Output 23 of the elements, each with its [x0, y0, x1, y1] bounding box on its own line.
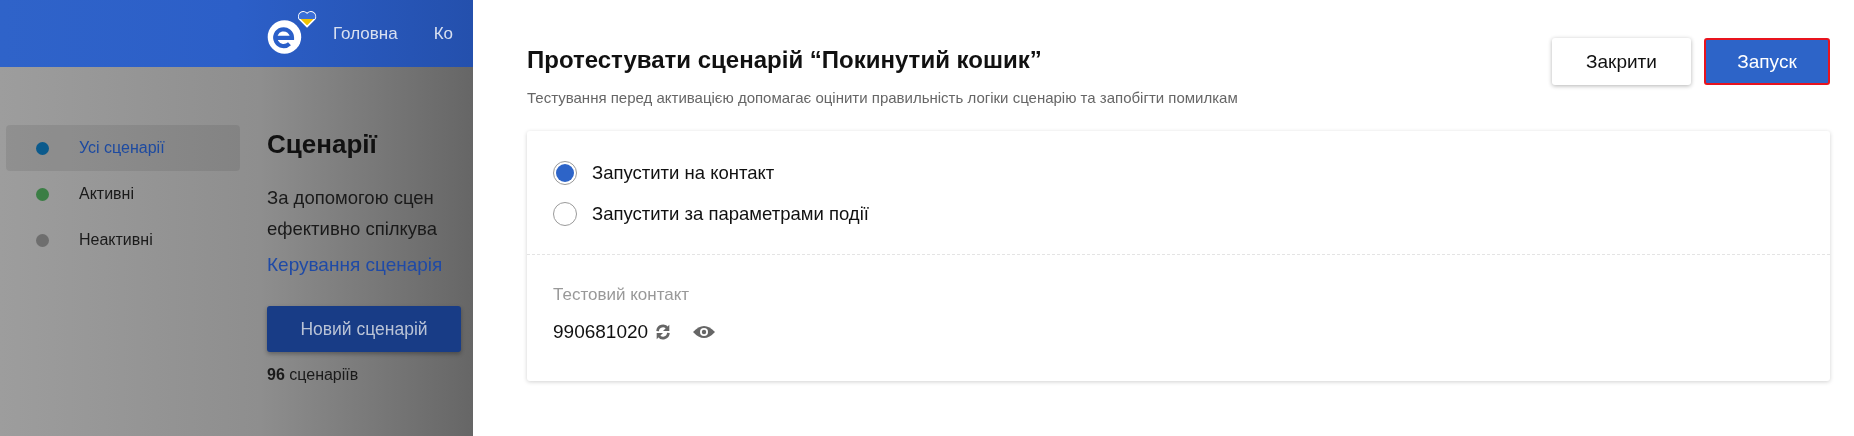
close-button[interactable]: Закрити	[1552, 38, 1691, 85]
radio-label[interactable]: Запустити на контакт	[592, 161, 775, 184]
page-title: Сценарії	[267, 129, 377, 160]
radio-label[interactable]: Запустити за параметрами події	[592, 202, 869, 225]
heart-icon	[296, 8, 318, 30]
new-scenario-button[interactable]: Новий сценарій	[267, 306, 461, 352]
sidebar-item[interactable]: Неактивні	[6, 217, 240, 263]
sidebar-label: Усі сценарії	[79, 139, 165, 157]
contact-number: 990681020	[553, 321, 649, 343]
modal-subtitle: Тестування перед активацією допомагає оцінити правильність логіки сценарію та запобігти помилкам	[527, 89, 1238, 106]
field-label: Тестовий контакт	[553, 285, 691, 305]
description-text: За допомогою сцен	[267, 186, 435, 210]
scenario-count: 96 сценаріїв	[267, 366, 359, 384]
sidebar-label: Активні	[79, 185, 134, 203]
description-text: ефективно спілкува	[267, 217, 437, 241]
sidebar-label: Неактивні	[79, 231, 153, 249]
sidebar-item[interactable]: Активні	[6, 171, 240, 217]
eye-icon[interactable]	[692, 324, 717, 340]
modal-title: Протестувати сценарій “Покинутий кошик”	[527, 46, 1043, 74]
nav-link[interactable]: Головна	[333, 23, 398, 44]
run-button[interactable]: Запуск	[1704, 38, 1830, 85]
refresh-icon[interactable]	[654, 323, 673, 341]
nav-link[interactable]: Ко	[433, 23, 453, 44]
